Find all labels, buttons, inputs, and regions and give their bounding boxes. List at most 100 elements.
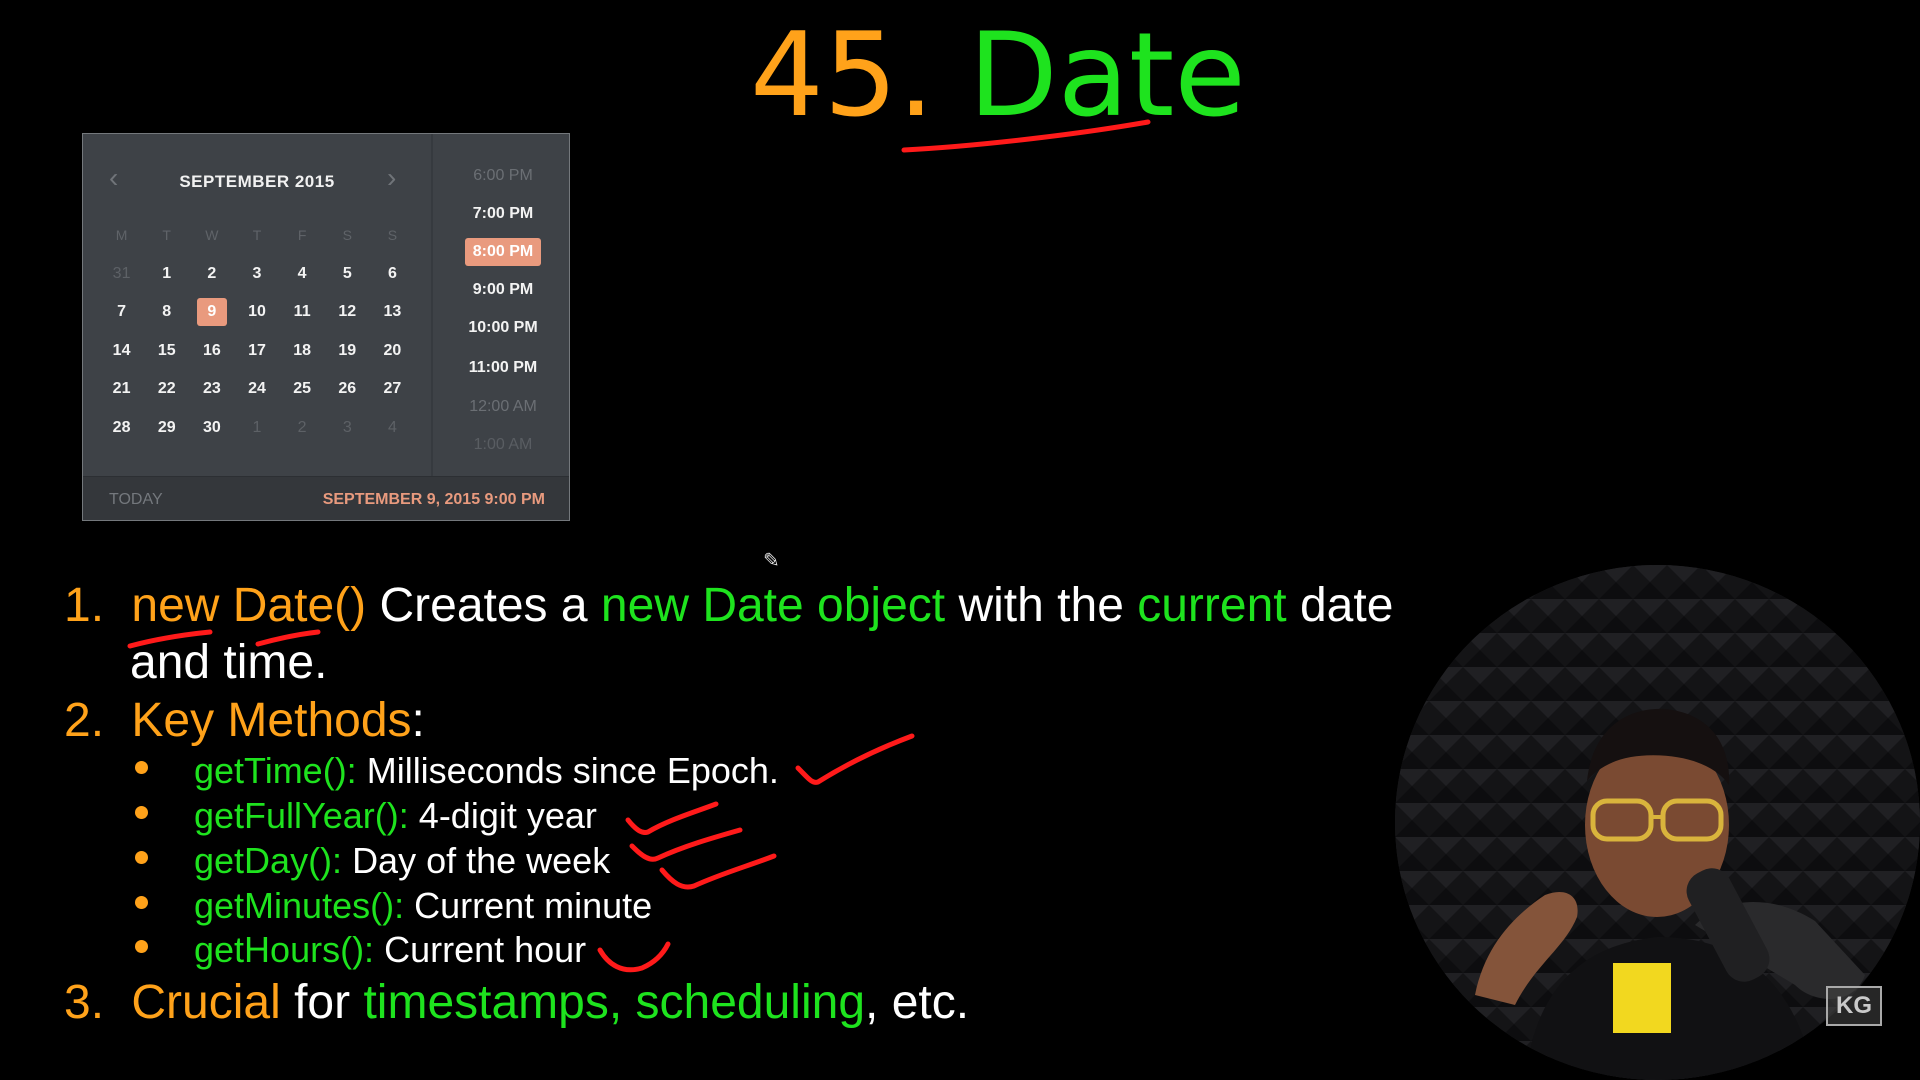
check-mark-icon [597,941,671,973]
calendar-day[interactable]: 26 [325,370,370,409]
calendar-day[interactable]: 2 [280,409,325,448]
calendar-day[interactable]: 30 [189,409,234,448]
note-item-1-continued: and time. [130,636,328,689]
note-item-3: 3. Crucial for timestamps, scheduling, e… [64,975,969,1030]
note-heading: Crucial [131,976,281,1029]
date-time-picker: ‹ SEPTEMBER 2015 › M T W T F S S 31 1 2 … [82,133,570,521]
method-name: getDay(): [194,840,343,881]
method-desc: 4-digit year [418,795,597,836]
calendar-day[interactable]: 17 [234,332,279,371]
calendar-day[interactable]: 1 [234,409,279,448]
note-number: 3. [64,976,105,1029]
calendar-day[interactable]: 19 [325,332,370,371]
method-name: getHours(): [194,929,375,970]
bullet-icon [135,896,148,909]
note-text: , etc. [865,976,970,1029]
weekday-label: F [297,227,307,244]
note-highlight: current [1137,579,1287,632]
note-number: 1. [64,579,105,632]
calendar-day[interactable]: 20 [370,332,415,371]
time-option[interactable]: 7:00 PM [433,205,569,223]
selected-datetime-label: SEPTEMBER 9, 2015 9:00 PM [322,491,545,508]
check-mark-icon [625,801,719,835]
calendar-day[interactable]: 18 [280,332,325,371]
calendar-day[interactable]: 4 [370,409,415,448]
time-option[interactable]: 1:00 AM [433,436,569,454]
note-heading: Key Methods [131,694,412,747]
weekday-label: T [162,227,171,244]
time-option[interactable]: 9:00 PM [433,281,569,299]
calendar-footer: TODAY SEPTEMBER 9, 2015 9:00 PM [83,476,569,520]
calendar-day[interactable]: 6 [370,255,415,294]
calendar-day[interactable]: 29 [144,409,189,448]
calendar-day[interactable]: 4 [280,255,325,294]
weekday-label: S [342,227,352,244]
method-item: getDay(): Day of the week [194,840,610,882]
title-word: Date [968,8,1246,143]
bullet-icon [135,806,148,819]
note-highlight: new Date object [600,579,946,632]
weekday-label: W [205,227,219,244]
note-item-2: 2. Key Methods: [64,693,425,748]
bullet-icon [135,940,148,953]
calendar-day[interactable]: 21 [99,370,144,409]
time-option[interactable]: 11:00 PM [433,359,569,377]
note-text: date [1299,579,1394,632]
pencil-cursor-icon: ✎ [763,550,780,572]
calendar-grid: M T W T F S S 31 1 2 3 4 5 6 7 8 9 10 11… [99,216,415,447]
channel-logo: KG [1826,986,1882,1026]
calendar-day[interactable]: 13 [370,293,415,332]
calendar-day[interactable]: 8 [144,293,189,332]
method-item: getTime(): Milliseconds since Epoch. [194,750,779,792]
note-number: 2. [64,694,105,747]
method-item: getMinutes(): Current minute [194,885,652,927]
calendar-day[interactable]: 16 [189,332,234,371]
time-option[interactable]: 6:00 PM [433,167,569,185]
calendar-panel: ‹ SEPTEMBER 2015 › M T W T F S S 31 1 2 … [83,134,431,476]
selected-time-label: 8:00 PM [464,238,542,266]
time-option[interactable]: 10:00 PM [433,319,569,337]
time-option[interactable]: 12:00 AM [433,398,569,416]
bullet-icon [135,761,148,774]
check-mark-icon [795,733,915,785]
method-name: getMinutes(): [194,885,405,926]
calendar-day[interactable]: 2 [189,255,234,294]
weekday-label: T [252,227,262,244]
calendar-day[interactable]: 28 [99,409,144,448]
note-colon: : [411,694,425,747]
method-desc: Milliseconds since Epoch. [366,750,779,791]
time-list[interactable]: 6:00 PM 7:00 PM 8:00 PM 9:00 PM 10:00 PM… [431,134,569,476]
calendar-day[interactable]: 12 [325,293,370,332]
note-text: Creates a [379,579,588,632]
calendar-month-label: SEPTEMBER 2015 [179,172,335,191]
calendar-day[interactable]: 5 [325,255,370,294]
method-name: getFullYear(): [194,795,409,836]
calendar-day[interactable]: 3 [234,255,279,294]
note-text: for [294,976,351,1029]
calendar-day[interactable]: 1 [144,255,189,294]
calendar-day[interactable]: 10 [234,293,279,332]
calendar-day[interactable]: 25 [280,370,325,409]
calendar-day[interactable]: 27 [370,370,415,409]
next-month-icon[interactable]: › [387,164,396,192]
method-name: getTime(): [194,750,357,791]
calendar-day[interactable]: 31 [99,255,144,294]
calendar-day[interactable]: 24 [234,370,279,409]
calendar-day-selected[interactable]: 9 [189,293,234,332]
calendar-day[interactable]: 22 [144,370,189,409]
check-mark-icon [659,853,777,890]
time-option-selected[interactable]: 8:00 PM [433,238,569,266]
method-item: getHours(): Current hour [194,929,586,971]
calendar-day[interactable]: 15 [144,332,189,371]
method-desc: Day of the week [352,840,611,881]
calendar-day[interactable]: 3 [325,409,370,448]
calendar-day[interactable]: 14 [99,332,144,371]
calendar-day[interactable]: 23 [189,370,234,409]
method-desc: Current hour [384,929,587,970]
weekday-label: S [387,227,398,244]
today-button[interactable]: TODAY [109,491,163,509]
code-new-date: new Date() [131,579,367,632]
method-desc: Current minute [414,885,653,926]
calendar-day[interactable]: 7 [99,293,144,332]
calendar-day[interactable]: 11 [280,293,325,332]
